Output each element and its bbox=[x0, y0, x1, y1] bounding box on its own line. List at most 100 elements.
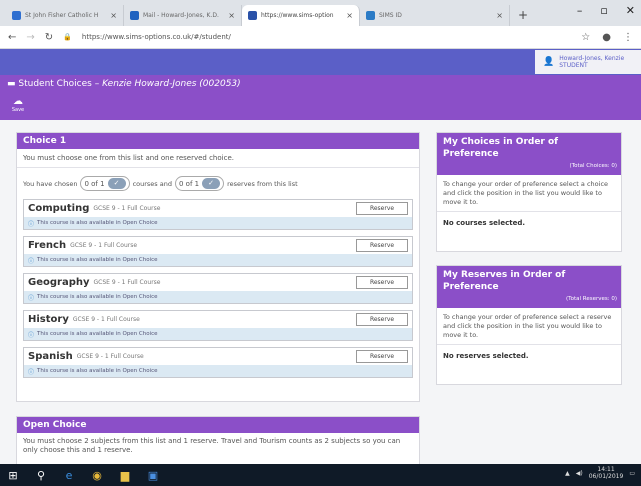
notifications-icon[interactable]: ▭ bbox=[629, 470, 635, 477]
lock-icon: 🔒 bbox=[63, 33, 72, 41]
course-note-text: This course is also available in Open Ch… bbox=[37, 368, 158, 374]
my-reserves-title: My Reserves in Order of Preference bbox=[443, 270, 566, 292]
total-reserves: (Total Reserves: 0) bbox=[566, 296, 617, 302]
clock[interactable]: 14:11 06/01/2019 bbox=[589, 466, 624, 480]
user-name: Howard-Jones, Kenzie bbox=[559, 54, 625, 62]
reserve-button[interactable]: Reserve bbox=[356, 239, 408, 252]
forward-icon[interactable]: → bbox=[26, 32, 34, 43]
browser-tab[interactable]: St John Fisher Catholic H × bbox=[6, 5, 124, 26]
course-note-text: This course is also available in Open Ch… bbox=[37, 220, 158, 226]
user-menu[interactable]: 👤 Howard-Jones, Kenzie STUDENT bbox=[535, 50, 641, 74]
page-title-prefix: Student Choices – bbox=[18, 79, 103, 89]
close-tab-icon[interactable]: × bbox=[110, 11, 117, 20]
tab-title: SIMS ID bbox=[379, 12, 402, 19]
browser-tab-strip: St John Fisher Catholic H × Mail - Howar… bbox=[0, 0, 641, 26]
minimize-icon[interactable]: – bbox=[577, 4, 583, 17]
my-choices-header: My Choices in Order of Preference (Total… bbox=[437, 133, 621, 175]
course-note: ⓘ This course is also available in Open C… bbox=[24, 217, 412, 229]
courses-chosen: 0 of 1 bbox=[84, 179, 105, 188]
bookmark-star-icon[interactable]: ☆ bbox=[581, 32, 590, 43]
course-card[interactable]: History GCSE 9 - 1 Full Course Reserve ⓘ… bbox=[23, 310, 413, 341]
clock-date: 06/01/2019 bbox=[588, 473, 624, 481]
search-icon[interactable]: ⚲ bbox=[34, 469, 48, 482]
user-icon: 👤 bbox=[543, 56, 555, 67]
maximize-icon[interactable]: ▫ bbox=[600, 4, 607, 17]
save-button[interactable]: ☁ Save bbox=[9, 96, 27, 116]
course-desc: GCSE 9 - 1 Full Course bbox=[93, 205, 161, 212]
course-note: ⓘ This course is also available in Open C… bbox=[24, 254, 412, 266]
windows-start-icon[interactable]: ⊞ bbox=[6, 469, 20, 482]
info-icon: ⓘ bbox=[28, 220, 35, 228]
browser-tab[interactable]: SIMS ID × bbox=[360, 5, 510, 26]
course-desc: GCSE 9 - 1 Full Course bbox=[76, 353, 144, 360]
open-choice-panel: Open Choice You must choose 2 subjects f… bbox=[16, 416, 420, 466]
mail-favicon-icon bbox=[130, 11, 139, 20]
course-note: ⓘ This course is also available in Open C… bbox=[24, 328, 412, 340]
app-icon[interactable]: ▣ bbox=[146, 469, 160, 482]
browser-tab-active[interactable]: https://www.sims-option × bbox=[242, 5, 360, 26]
browser-tab[interactable]: Mail - Howard-Jones, K.D. × bbox=[124, 5, 242, 26]
info-icon: ⓘ bbox=[28, 257, 35, 265]
my-choices-title: My Choices in Order of Preference bbox=[443, 137, 559, 159]
course-card[interactable]: Geography GCSE 9 - 1 Full Course Reserve… bbox=[23, 273, 413, 304]
check-icon: ✓ bbox=[202, 178, 221, 189]
course-name: French bbox=[28, 240, 67, 251]
check-icon: ✓ bbox=[107, 178, 126, 189]
address-bar: ← → ↻ 🔒 https://www.sims-options.co.uk/#… bbox=[0, 26, 641, 49]
course-card[interactable]: Spanish GCSE 9 - 1 Full Course Reserve ⓘ… bbox=[23, 347, 413, 378]
network-icon[interactable]: ▲ bbox=[565, 470, 570, 477]
folder-icon: ▬ bbox=[7, 79, 16, 89]
close-tab-icon[interactable]: × bbox=[346, 11, 353, 20]
reserve-button[interactable]: Reserve bbox=[356, 202, 408, 215]
course-desc: GCSE 9 - 1 Full Course bbox=[72, 316, 140, 323]
student-name: Kenzie Howard-Jones (002053) bbox=[102, 79, 241, 89]
profile-icon[interactable]: ● bbox=[602, 32, 611, 43]
info-icon: ⓘ bbox=[28, 368, 35, 376]
choice-1-panel: Choice 1 You must choose one from this l… bbox=[16, 132, 420, 402]
reserves-chosen-toggle[interactable]: 0 of 1 ✓ bbox=[175, 176, 225, 191]
url-field[interactable]: https://www.sims-options.co.uk/#/student… bbox=[82, 33, 231, 41]
course-card[interactable]: Computing GCSE 9 - 1 Full Course Reserve… bbox=[23, 199, 413, 230]
system-tray: ▲ ◀) 14:11 06/01/2019 ▭ bbox=[565, 466, 635, 480]
course-note-text: This course is also available in Open Ch… bbox=[37, 257, 158, 263]
school-favicon-icon bbox=[12, 11, 21, 20]
chrome-icon[interactable]: ◉ bbox=[90, 469, 104, 482]
no-courses-text: No courses selected. bbox=[443, 219, 525, 228]
reload-icon[interactable]: ↻ bbox=[45, 32, 53, 43]
course-card[interactable]: French GCSE 9 - 1 Full Course Reserve ⓘ T… bbox=[23, 236, 413, 267]
my-choices-panel: My Choices in Order of Preference (Total… bbox=[436, 132, 622, 252]
close-tab-icon[interactable]: × bbox=[496, 11, 503, 20]
tab-title: Mail - Howard-Jones, K.D. bbox=[143, 12, 219, 19]
back-icon[interactable]: ← bbox=[8, 32, 16, 43]
open-choice-title: Open Choice bbox=[17, 417, 419, 433]
open-choice-instruction: You must choose 2 subjects from this lis… bbox=[23, 437, 401, 455]
course-note-text: This course is also available in Open Ch… bbox=[37, 331, 158, 337]
tab-title: St John Fisher Catholic H bbox=[25, 12, 99, 19]
reserve-button[interactable]: Reserve bbox=[356, 276, 408, 289]
courses-chosen-toggle[interactable]: 0 of 1 ✓ bbox=[80, 176, 130, 191]
close-window-icon[interactable]: ✕ bbox=[626, 4, 635, 17]
sims-favicon-icon bbox=[248, 11, 257, 20]
my-reserves-panel: My Reserves in Order of Preference (Tota… bbox=[436, 265, 622, 385]
cloud-upload-icon: ☁ bbox=[13, 96, 23, 107]
counter-middle: courses and bbox=[132, 179, 172, 188]
reserve-button[interactable]: Reserve bbox=[356, 350, 408, 363]
tab-title: https://www.sims-option bbox=[261, 12, 334, 19]
panel-title: Choice 1 bbox=[17, 133, 419, 149]
choice-counter: You have chosen 0 of 1 ✓ courses and 0 of… bbox=[17, 168, 419, 199]
reserves-chosen: 0 of 1 bbox=[179, 179, 200, 188]
save-label: Save bbox=[11, 107, 25, 113]
edge-browser-icon[interactable]: e bbox=[62, 469, 76, 482]
reserve-button[interactable]: Reserve bbox=[356, 313, 408, 326]
volume-icon[interactable]: ◀) bbox=[576, 470, 583, 477]
new-tab-icon[interactable]: + bbox=[510, 8, 536, 26]
menu-kebab-icon[interactable]: ⋮ bbox=[623, 32, 633, 43]
course-note: ⓘ This course is also available in Open C… bbox=[24, 291, 412, 303]
close-tab-icon[interactable]: × bbox=[228, 11, 235, 20]
my-choices-instruction: To change your order of preference selec… bbox=[437, 175, 621, 213]
my-reserves-header: My Reserves in Order of Preference (Tota… bbox=[437, 266, 621, 308]
file-explorer-icon[interactable]: ▆ bbox=[118, 469, 132, 482]
page-title: ▬ Student Choices – Kenzie Howard-Jones … bbox=[7, 79, 241, 89]
info-icon: ⓘ bbox=[28, 294, 35, 302]
course-note: ⓘ This course is also available in Open C… bbox=[24, 365, 412, 377]
